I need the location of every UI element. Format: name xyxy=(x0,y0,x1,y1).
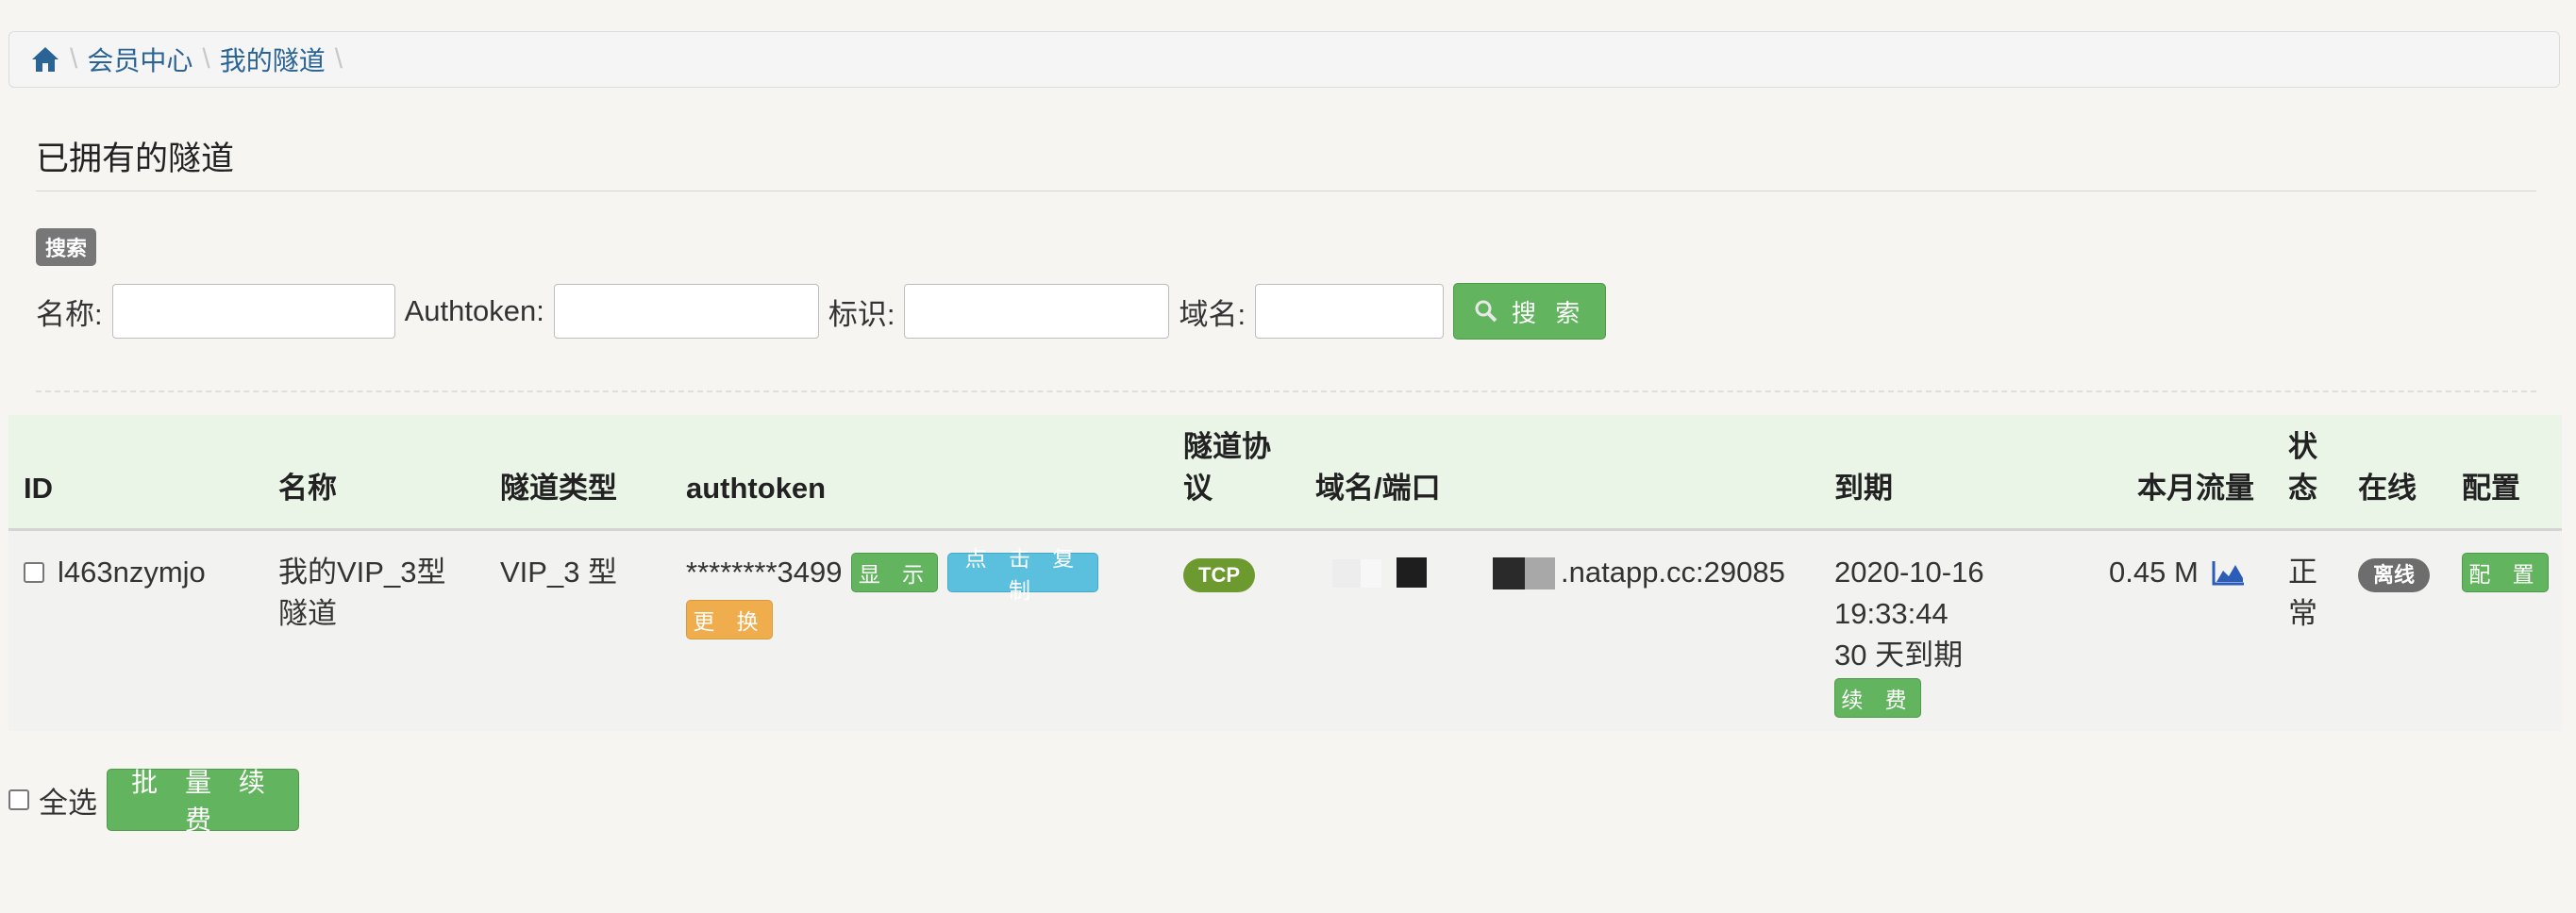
search-button-label: 搜 索 xyxy=(1511,299,1586,328)
col-traffic: 本月流量 xyxy=(2137,472,2254,505)
breadcrumb-my-tunnels[interactable]: 我的隧道 xyxy=(220,41,326,78)
col-status: 状 态 xyxy=(2288,426,2317,509)
tag-label: 标识: xyxy=(828,297,895,331)
row-checkbox[interactable] xyxy=(24,562,44,583)
table-row: l463nzymjo 我的VIP_3型 隧道 VIP_3 型 ********3… xyxy=(8,531,2562,731)
select-all-checkbox[interactable] xyxy=(8,789,29,810)
online-status-badge: 离线 xyxy=(2358,558,2430,592)
breadcrumb-separator: \ xyxy=(202,43,210,75)
breadcrumb-member-center[interactable]: 会员中心 xyxy=(87,41,192,78)
breadcrumb: \ 会员中心 \ 我的隧道 \ xyxy=(8,31,2560,88)
breadcrumb-separator: \ xyxy=(70,43,78,75)
row-status-line1: 正 xyxy=(2288,556,2317,589)
row-domain: .natapp.cc:29085 xyxy=(1561,556,1785,589)
col-online: 在线 xyxy=(2358,472,2417,505)
col-id: ID xyxy=(24,472,53,505)
row-id-cell: l463nzymjo xyxy=(24,552,206,593)
redacted-block xyxy=(1397,557,1427,588)
name-input[interactable] xyxy=(111,284,395,339)
dashed-divider xyxy=(36,390,2536,392)
col-domain: 域名/端口 xyxy=(1315,472,1441,505)
row-name-line1: 我的VIP_3型 xyxy=(278,556,446,589)
col-status-line1: 状 xyxy=(2288,430,2317,463)
col-expire: 到期 xyxy=(1834,472,1893,505)
tag-input[interactable] xyxy=(904,284,1170,339)
row-traffic-cell: 0.45 M xyxy=(2109,552,2246,593)
search-button[interactable]: 搜 索 xyxy=(1453,283,1607,340)
col-type: 隧道类型 xyxy=(500,472,617,505)
row-expire-date: 2020-10-16 xyxy=(1834,556,1984,589)
row-name-line2: 隧道 xyxy=(278,597,337,630)
redacted-block xyxy=(1332,559,1361,588)
breadcrumb-separator: \ xyxy=(334,43,343,75)
copy-token-button[interactable]: 点 击 复 制 xyxy=(947,547,1099,604)
batch-renew-button[interactable]: 批 量 续 费 xyxy=(107,767,299,836)
table-header: ID 名称 隧道类型 authtoken 隧道协 议 域名/端口 到期 本月流量… xyxy=(8,415,2562,531)
home-icon[interactable] xyxy=(30,45,60,74)
row-status: 正 常 xyxy=(2288,552,2317,635)
search-badge: 搜索 xyxy=(36,228,96,266)
row-expire-days: 30 天到期 xyxy=(1834,639,1964,672)
row-id: l463nzymjo xyxy=(58,556,206,589)
col-protocol-line1: 隧道协 xyxy=(1183,430,1271,463)
row-status-line2: 常 xyxy=(2288,597,2317,630)
redacted-block xyxy=(1493,557,1525,589)
select-all-label: 全选 xyxy=(39,786,97,820)
row-type: VIP_3 型 xyxy=(500,556,618,589)
col-protocol: 隧道协 议 xyxy=(1183,426,1271,509)
search-icon xyxy=(1475,300,1497,323)
authtoken-label: Authtoken: xyxy=(404,294,544,327)
row-name: 我的VIP_3型 隧道 xyxy=(278,552,445,635)
footer-actions: 全选 批 量 续 费 xyxy=(8,767,299,836)
row-authtoken: ********3499 xyxy=(686,556,843,589)
col-config: 配置 xyxy=(2462,472,2520,505)
authtoken-input[interactable] xyxy=(553,284,819,339)
name-label: 名称: xyxy=(36,297,103,331)
tunnel-table: ID 名称 隧道类型 authtoken 隧道协 议 域名/端口 到期 本月流量… xyxy=(8,415,2562,731)
row-config-cell: 配 置 xyxy=(2462,552,2549,593)
redacted-block xyxy=(1361,559,1381,588)
col-name: 名称 xyxy=(278,472,337,505)
row-online-cell: 离线 xyxy=(2358,552,2430,593)
protocol-badge: TCP xyxy=(1183,558,1255,592)
row-expire-time: 19:33:44 xyxy=(1834,597,1949,630)
row-expire-cell: 2020-10-16 19:33:44 30 天到期 续 费 xyxy=(1834,552,1984,719)
show-token-button[interactable]: 显 示 xyxy=(851,553,939,592)
row-traffic: 0.45 M xyxy=(2109,556,2199,589)
col-protocol-line2: 议 xyxy=(1183,472,1213,505)
renew-button[interactable]: 续 费 xyxy=(1834,678,1921,718)
col-authtoken: authtoken xyxy=(686,472,827,505)
area-chart-icon[interactable] xyxy=(2212,559,2246,586)
redacted-block xyxy=(1525,557,1555,589)
row-domain-cell: .natapp.cc:29085 xyxy=(1315,552,1815,593)
page-title: 已拥有的隧道 xyxy=(36,141,235,177)
search-form: 名称: Authtoken: 标识: 域名: 搜 索 xyxy=(36,281,1607,341)
config-button[interactable]: 配 置 xyxy=(2462,553,2549,592)
domain-input[interactable] xyxy=(1255,284,1445,339)
change-token-button[interactable]: 更 换 xyxy=(686,600,773,639)
col-status-line2: 态 xyxy=(2288,472,2317,505)
domain-label: 域名: xyxy=(1179,297,1246,331)
row-authtoken-cell: ********3499 显 示 点 击 复 制 更 换 xyxy=(686,547,1158,640)
row-protocol-cell: TCP xyxy=(1183,552,1255,593)
